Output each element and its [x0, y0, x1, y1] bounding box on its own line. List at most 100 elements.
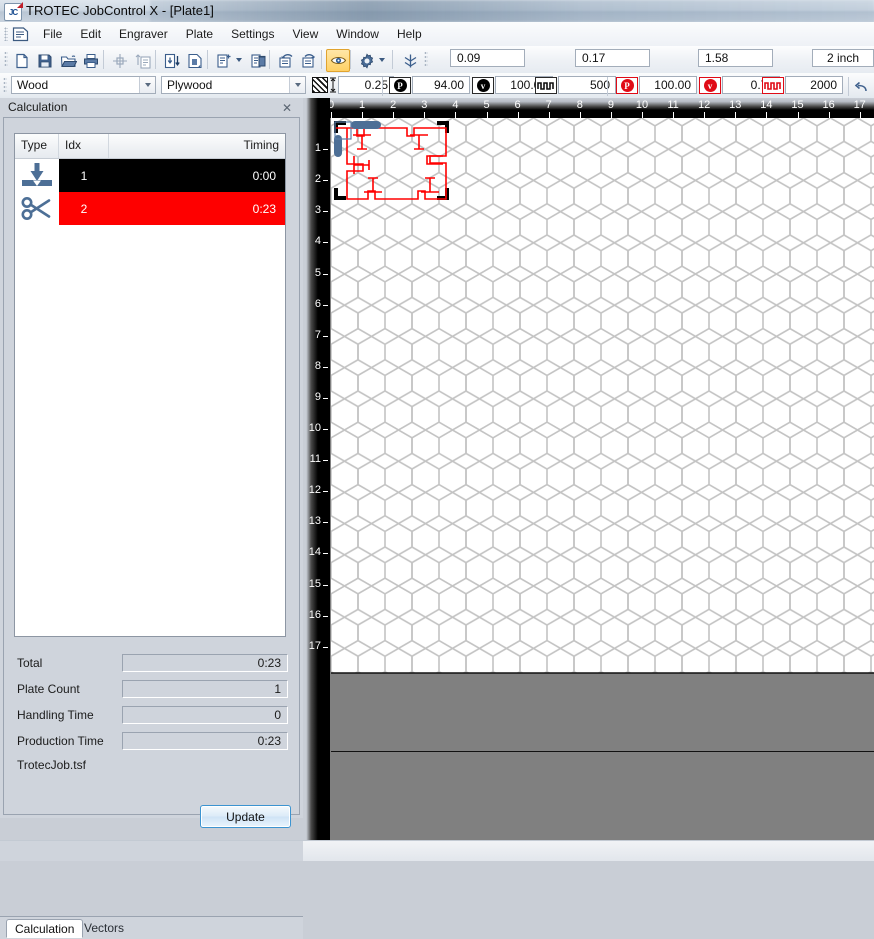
- toolbar-separator-7: [392, 50, 393, 69]
- z-input[interactable]: 1.58: [698, 49, 773, 67]
- stat-value-plate-count: 1: [122, 680, 288, 698]
- new-job-icon[interactable]: [212, 49, 236, 72]
- tab-calculation[interactable]: Calculation: [6, 919, 84, 938]
- h-ruler-label: 16: [822, 99, 835, 111]
- v-ruler-tick: [323, 460, 328, 462]
- table-row[interactable]: 2 0:23: [15, 192, 285, 225]
- horizontal-ruler[interactable]: 0 1 2 3 4 5 6 7 8 9 10 11 12 13 14 15 16 17: [328, 98, 874, 118]
- toolbar-separator-1: [103, 50, 104, 69]
- menu-item-help[interactable]: Help: [388, 23, 431, 45]
- job-out-icon[interactable]: [297, 49, 321, 72]
- status-bar: [0, 840, 874, 861]
- velocity-glyph: v: [703, 79, 717, 92]
- engrave-power-input[interactable]: 94.00: [412, 76, 470, 94]
- duplicate-icon[interactable]: [131, 49, 155, 72]
- stat-value-handling-time: 0: [122, 706, 288, 724]
- menu-item-window[interactable]: Window: [327, 23, 388, 45]
- toolbar-separator-8: [382, 77, 383, 96]
- v-ruler-label: 9: [314, 390, 321, 403]
- new-document-icon[interactable]: [10, 49, 34, 72]
- menu-item-engraver[interactable]: Engraver: [110, 23, 177, 45]
- stat-label-total: Total: [17, 656, 43, 670]
- h-ruler-label: 1: [359, 99, 366, 111]
- y-input[interactable]: 0.17: [575, 49, 650, 67]
- h-ruler-label: 17: [853, 99, 866, 111]
- thickness-arrow-icon: [329, 76, 337, 94]
- new-job-dropdown-icon[interactable]: [234, 49, 244, 70]
- chevron-down-icon[interactable]: [289, 77, 305, 93]
- stat-label-plate-count: Plate Count: [17, 682, 80, 696]
- settings-gear-icon[interactable]: [355, 49, 379, 72]
- row-body: 2 0:23: [59, 192, 285, 225]
- update-button[interactable]: Update: [200, 805, 291, 828]
- open-folder-icon[interactable]: [56, 49, 80, 72]
- cut-frequency-input[interactable]: 2000: [785, 76, 843, 94]
- thickness-input[interactable]: 0.25: [338, 76, 394, 94]
- save-icon[interactable]: [33, 49, 57, 72]
- material-type-combo[interactable]: Plywood: [161, 76, 306, 94]
- jobs-grid: Type Idx Timing 1 0:00 2 0:23: [14, 133, 286, 637]
- close-icon[interactable]: ✕: [279, 100, 295, 115]
- toolbar-grip-2[interactable]: [424, 51, 428, 67]
- menu-item-settings[interactable]: Settings: [222, 23, 283, 45]
- v-ruler-label: 16: [308, 608, 321, 621]
- h-ruler-label: 2: [390, 99, 397, 111]
- toolbar-grip-1[interactable]: [4, 51, 8, 67]
- menu-item-view[interactable]: View: [283, 23, 327, 45]
- v-ruler-tick: [323, 615, 328, 617]
- h-ruler-label: 9: [607, 99, 614, 111]
- document-menu-icon[interactable]: [11, 26, 31, 42]
- h-ruler-label: 13: [729, 99, 742, 111]
- print-icon[interactable]: [79, 49, 103, 72]
- chevron-down-icon[interactable]: [139, 77, 155, 93]
- plate-down-icon[interactable]: [160, 49, 184, 72]
- v-ruler-label: 17: [308, 639, 321, 652]
- delete-job-icon[interactable]: [246, 49, 270, 72]
- plate-canvas[interactable]: [331, 118, 874, 752]
- x-input[interactable]: 0.09: [450, 49, 525, 67]
- menu-items: File Edit Engraver Plate Settings View W…: [34, 22, 431, 46]
- v-ruler-tick: [323, 522, 328, 524]
- lens-input[interactable]: 2 inch: [812, 49, 874, 67]
- column-header-type[interactable]: Type: [15, 134, 59, 158]
- tab-vectors[interactable]: Vectors: [76, 919, 132, 938]
- v-ruler-tick: [323, 366, 328, 368]
- column-header-idx[interactable]: Idx: [59, 134, 109, 158]
- material-group-combo[interactable]: Wood: [11, 76, 156, 94]
- design-vectors[interactable]: [331, 118, 874, 751]
- v-ruler-label: 6: [314, 297, 321, 310]
- job-in-icon[interactable]: [274, 49, 298, 72]
- v-ruler-label: 4: [314, 235, 321, 248]
- workspace: 0 1 2 3 4 5 6 7 8 9 10 11 12 13 14 15 16 17 1 2 3 4 5 6 7 8 9 10 11…: [303, 98, 874, 840]
- panel-body: Type Idx Timing 1 0:00 2 0:23 Total 0:23…: [3, 117, 300, 828]
- h-ruler-label: 11: [667, 99, 679, 111]
- main-toolbar: X: 0.09 inch Y: 0.17 inch Z: 1.58 inch 2…: [0, 46, 874, 116]
- preview-eye-icon[interactable]: [326, 49, 350, 72]
- menu-item-file[interactable]: File: [34, 23, 71, 45]
- toolbar-grip-3[interactable]: [3, 77, 7, 93]
- table-row[interactable]: 1 0:00: [15, 159, 285, 192]
- connect-icon[interactable]: [398, 49, 422, 72]
- frequency-badge-red: [762, 77, 784, 94]
- v-ruler-label: 14: [308, 546, 321, 559]
- stat-value-total: 0:23: [122, 654, 288, 672]
- title-bar-glass: [150, 0, 874, 22]
- undo-icon[interactable]: [851, 76, 871, 99]
- row-body: 1 0:00: [59, 159, 285, 192]
- move-center-icon[interactable]: [108, 49, 132, 72]
- v-ruler-tick: [323, 491, 328, 493]
- cut-power-input[interactable]: 100.00: [639, 76, 697, 94]
- window-title: TROTEC JobControl X - [Plate1]: [26, 3, 214, 18]
- material-group-value: Wood: [17, 78, 49, 92]
- vertical-ruler[interactable]: 1 2 3 4 5 6 7 8 9 10 11 12 13 14 15 16 17: [303, 98, 330, 840]
- settings-dropdown-icon[interactable]: [377, 49, 387, 70]
- velocity-glyph: v: [476, 79, 490, 92]
- column-header-timing[interactable]: Timing: [109, 134, 285, 158]
- menu-item-edit[interactable]: Edit: [71, 23, 110, 45]
- thickness-icon: [312, 77, 328, 93]
- plate-export-icon[interactable]: [183, 49, 207, 72]
- toolbar-separator-3: [207, 50, 208, 69]
- panel-tabs: Calculation Vectors: [0, 916, 303, 939]
- menu-grip[interactable]: [4, 27, 8, 41]
- menu-item-plate[interactable]: Plate: [177, 23, 222, 45]
